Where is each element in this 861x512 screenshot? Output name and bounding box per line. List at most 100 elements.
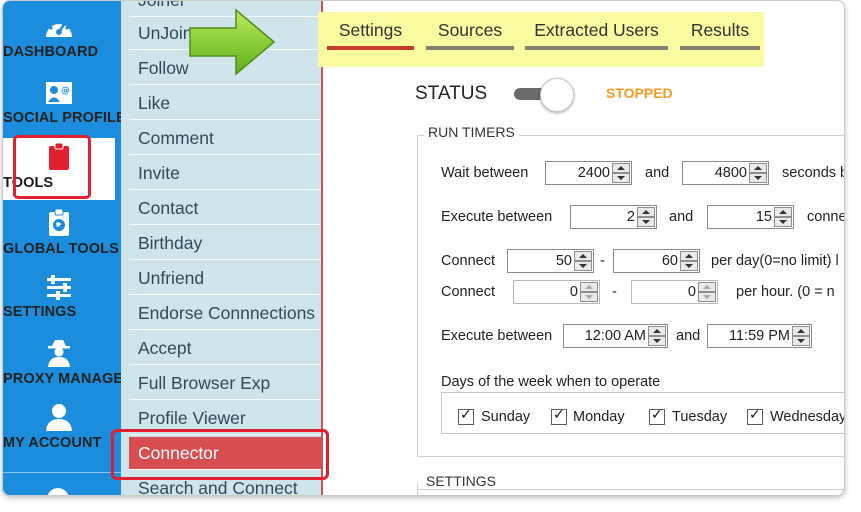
- tool-item[interactable]: Contact: [129, 192, 321, 225]
- connect-hour-max-input[interactable]: 0: [631, 280, 718, 304]
- nav-proxy-manager-label: PROXY MANAGER: [3, 371, 134, 387]
- increment-button[interactable]: [698, 282, 716, 292]
- connect-day-min-input[interactable]: 50: [507, 249, 594, 273]
- increment-button[interactable]: [648, 326, 666, 336]
- decrement-button[interactable]: [749, 173, 767, 183]
- tab-indicator: [525, 46, 668, 50]
- start-time-value: 12:00 AM: [584, 328, 646, 344]
- execute-between-label: Execute between: [441, 209, 553, 225]
- tool-item[interactable]: Invite: [129, 157, 321, 190]
- tab-extracted-users-label: Extracted Users: [534, 20, 659, 40]
- monday-checkbox[interactable]: [551, 407, 567, 425]
- connect-per-hour-label: Connect: [441, 284, 496, 300]
- connect-hour-min-value: 0: [569, 284, 578, 300]
- nav-global-tools-label: GLOBAL TOOLS: [3, 241, 119, 257]
- decrement-button[interactable]: [792, 336, 810, 346]
- connect-day-min-value: 50: [555, 253, 572, 269]
- tuesday-label: Tuesday: [672, 409, 728, 425]
- increment-button[interactable]: [580, 282, 598, 292]
- increment-button[interactable]: [637, 207, 655, 217]
- tool-item[interactable]: Unfriend: [129, 262, 321, 295]
- connect-hour-suffix-label: per hour. (0 = n: [736, 284, 835, 300]
- status-value: STOPPED: [606, 85, 673, 101]
- end-time-value: 11:59 PM: [729, 328, 790, 344]
- tab-sources-label: Sources: [437, 20, 503, 40]
- tab-indicator: [426, 46, 514, 50]
- nav-dashboard-label: DASHBOARD: [3, 44, 99, 60]
- connect-day-suffix-label: per day(0=no limit) l: [711, 253, 839, 269]
- connector-settings-panel: STATUS STOPPED RUN TIMERS Wait between 2…: [323, 67, 845, 495]
- pointer-arrow-icon: [189, 8, 276, 76]
- increment-button[interactable]: [749, 163, 767, 173]
- increment-button[interactable]: [574, 251, 592, 261]
- profile-card-icon: @: [46, 82, 72, 104]
- nav-proxy-manager[interactable]: PROXY MANAGER: [3, 338, 134, 400]
- decrement-button[interactable]: [612, 173, 630, 183]
- tool-item[interactable]: Endorse Connnections: [129, 297, 321, 330]
- connect-day-max-value: 60: [661, 253, 678, 269]
- end-time-input[interactable]: 11:59 PM: [707, 324, 812, 348]
- and-label: and: [676, 328, 701, 344]
- gauge-icon: [46, 18, 72, 37]
- nav-settings[interactable]: SETTINGS: [3, 273, 115, 335]
- decrement-button[interactable]: [648, 336, 666, 346]
- nav-divider: [3, 472, 121, 473]
- wait-max-input[interactable]: 4800: [682, 161, 769, 185]
- connect-per-day-label: Connect: [441, 253, 496, 269]
- wait-max-value: 4800: [714, 165, 747, 181]
- main-nav: DASHBOARD @ SOCIAL PROFILES TOOLS GLOBAL…: [3, 1, 135, 495]
- sunday-label: Sunday: [481, 409, 531, 425]
- connector-highlight-box: [111, 429, 329, 480]
- svg-text:@: @: [61, 86, 70, 96]
- tuesday-checkbox[interactable]: [649, 407, 665, 425]
- wednesday-label: Wednesday: [770, 409, 845, 425]
- tool-item[interactable]: Birthday: [129, 227, 321, 260]
- sunday-checkbox[interactable]: [458, 407, 474, 425]
- execute-min-value: 2: [626, 209, 635, 225]
- tab-extracted-users[interactable]: Extracted Users: [525, 19, 668, 50]
- tool-item[interactable]: Full Browser Exp: [129, 367, 321, 400]
- execute-suffix-label: conne: [807, 209, 845, 225]
- status-label: STATUS: [415, 83, 488, 104]
- tool-item[interactable]: Comment: [129, 122, 321, 155]
- spy-icon: [48, 340, 70, 367]
- increment-button[interactable]: [612, 163, 630, 173]
- start-time-input[interactable]: 12:00 AM: [563, 324, 668, 348]
- connect-hour-min-input[interactable]: 0: [513, 280, 600, 304]
- user-icon: [46, 404, 72, 431]
- nav-my-account[interactable]: MY ACCOUNT: [3, 402, 115, 464]
- tab-sources[interactable]: Sources: [426, 19, 514, 50]
- tab-results[interactable]: Results: [680, 19, 760, 50]
- decrement-button[interactable]: [574, 261, 592, 271]
- status-toggle[interactable]: [514, 78, 574, 112]
- nav-my-account-label: MY ACCOUNT: [3, 435, 102, 451]
- execute-max-value: 15: [755, 209, 772, 225]
- monday-label: Monday: [573, 409, 625, 425]
- increment-button[interactable]: [680, 251, 698, 261]
- nav-settings-label: SETTINGS: [3, 304, 77, 320]
- nav-global-tools[interactable]: GLOBAL TOOLS: [3, 208, 119, 270]
- connect-day-max-input[interactable]: 60: [613, 249, 700, 273]
- nav-dashboard[interactable]: DASHBOARD: [3, 13, 115, 75]
- tool-item[interactable]: Like: [129, 87, 321, 120]
- connect-hour-max-value: 0: [687, 284, 696, 300]
- tab-settings[interactable]: Settings: [327, 19, 414, 50]
- partial-nav-icon: [47, 488, 69, 495]
- decrement-button[interactable]: [637, 217, 655, 227]
- decrement-button[interactable]: [580, 292, 598, 302]
- decrement-button[interactable]: [680, 261, 698, 271]
- wednesday-checkbox[interactable]: [747, 407, 763, 425]
- wait-min-input[interactable]: 2400: [545, 161, 632, 185]
- decrement-button[interactable]: [698, 292, 716, 302]
- tab-bar: Settings Sources Extracted Users Results: [318, 12, 764, 67]
- execute-min-input[interactable]: 2: [570, 205, 657, 229]
- settings-section-title: SETTINGS: [423, 473, 500, 489]
- nav-social-profiles[interactable]: @ SOCIAL PROFILES: [3, 79, 135, 141]
- tool-item[interactable]: Accept: [129, 332, 321, 365]
- increment-button[interactable]: [792, 326, 810, 336]
- execute-max-input[interactable]: 15: [707, 205, 794, 229]
- execute-time-label: Execute between: [441, 328, 553, 344]
- decrement-button[interactable]: [774, 217, 792, 227]
- increment-button[interactable]: [774, 207, 792, 217]
- toggle-knob: [540, 78, 574, 112]
